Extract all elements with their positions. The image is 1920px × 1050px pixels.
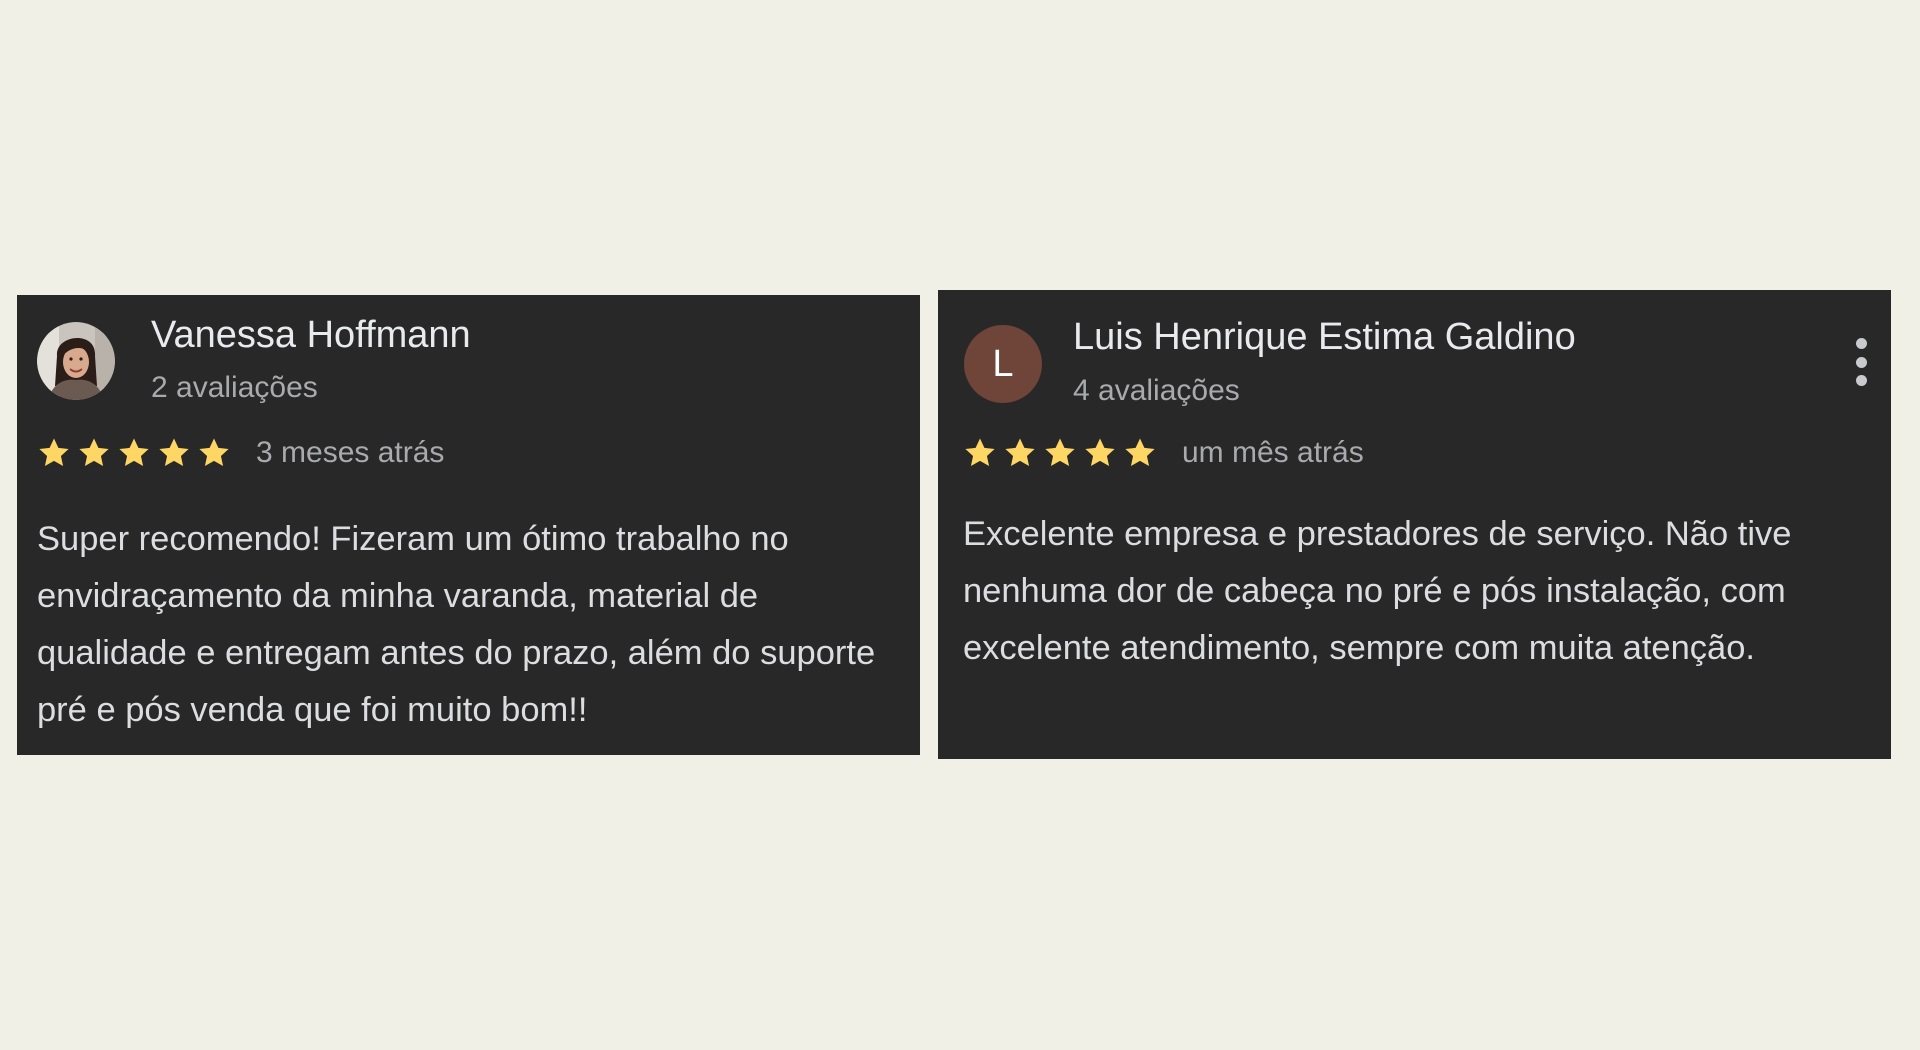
star-icon bbox=[159, 438, 189, 467]
review-time: 3 meses atrás bbox=[256, 436, 445, 469]
star-icon bbox=[199, 438, 229, 467]
star-icon bbox=[1085, 438, 1115, 467]
reviewer-name[interactable]: Luis Henrique Estima Galdino bbox=[1073, 316, 1576, 359]
star-rating: um mês atrás bbox=[962, 436, 1364, 470]
review-card: Vanessa Hoffmann 2 avaliações 3 meses at… bbox=[17, 295, 920, 755]
avatar-letter: L bbox=[992, 342, 1014, 385]
review-text: Excelente empresa e prestadores de servi… bbox=[963, 515, 1792, 667]
star-icon bbox=[1125, 438, 1155, 467]
avatar[interactable]: L bbox=[964, 325, 1042, 403]
more-vert-icon[interactable] bbox=[1853, 338, 1869, 386]
reviewer-name[interactable]: Vanessa Hoffmann bbox=[151, 314, 471, 357]
review-card: L Luis Henrique Estima Galdino 4 avaliaç… bbox=[938, 290, 1891, 759]
review-text: Super recomendo! Fizeram um ótimo trabal… bbox=[37, 520, 876, 729]
review-count: 4 avaliações bbox=[1073, 374, 1240, 407]
star-rating: 3 meses atrás bbox=[36, 436, 444, 470]
avatar[interactable] bbox=[37, 322, 115, 400]
star-icon bbox=[119, 438, 149, 467]
review-time: um mês atrás bbox=[1182, 436, 1364, 469]
star-icon bbox=[1045, 438, 1075, 467]
star-icon bbox=[1005, 438, 1035, 467]
star-icon bbox=[965, 438, 995, 467]
star-icon bbox=[39, 438, 69, 467]
star-icon bbox=[79, 438, 109, 467]
profile-photo-icon bbox=[37, 322, 115, 400]
review-count: 2 avaliações bbox=[151, 371, 318, 404]
